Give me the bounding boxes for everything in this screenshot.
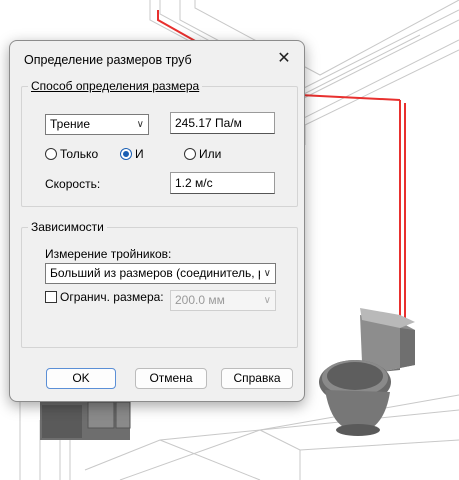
pipe-sizing-dialog: Определение размеров труб ✕ Способ опред… xyxy=(9,40,305,402)
limit-size-label: Огранич. размера: xyxy=(60,290,164,304)
radio-only-circle[interactable] xyxy=(45,148,57,160)
constraints-legend: Зависимости xyxy=(31,220,104,234)
chevron-down-icon: ∨ xyxy=(136,119,144,130)
radio-or-circle[interactable] xyxy=(184,148,196,160)
radio-or[interactable]: Или xyxy=(184,147,221,161)
cancel-button[interactable]: Отмена xyxy=(135,368,207,389)
radio-only-label: Только xyxy=(60,147,99,161)
ok-button[interactable]: OK xyxy=(46,368,116,389)
close-icon[interactable]: ✕ xyxy=(274,49,294,69)
radio-and-circle[interactable] xyxy=(120,148,132,160)
limit-size-select: 200.0 мм ∨ xyxy=(170,290,276,311)
constraints-group: Зависимости xyxy=(21,220,298,348)
tee-sizing-label: Измерение тройников: xyxy=(45,247,172,261)
method-select-value: Трение xyxy=(50,117,91,131)
velocity-label: Скорость: xyxy=(45,177,101,191)
help-button[interactable]: Справка xyxy=(221,368,293,389)
radio-and-label: И xyxy=(135,147,144,161)
dialog-title: Определение размеров труб xyxy=(24,53,192,67)
chevron-down-icon: ∨ xyxy=(263,295,271,306)
chevron-down-icon: ∨ xyxy=(263,268,271,279)
limit-size-checkbox[interactable]: Огранич. размера: xyxy=(45,290,164,304)
limit-size-value: 200.0 мм xyxy=(175,293,225,307)
velocity-value-field[interactable]: 1.2 м/с xyxy=(170,172,275,194)
radio-or-label: Или xyxy=(199,147,222,161)
method-select[interactable]: Трение ∨ xyxy=(45,114,149,135)
friction-value-field[interactable]: 245.17 Па/м xyxy=(170,112,275,134)
tee-sizing-select-value: Больший из размеров (соединитель, рас xyxy=(50,266,260,280)
sizing-method-legend: Способ определения размера xyxy=(31,79,200,93)
limit-size-checkbox-box[interactable] xyxy=(45,291,57,303)
radio-and[interactable]: И xyxy=(120,147,144,161)
radio-only[interactable]: Только xyxy=(45,147,98,161)
tee-sizing-select[interactable]: Больший из размеров (соединитель, рас ∨ xyxy=(45,263,276,284)
